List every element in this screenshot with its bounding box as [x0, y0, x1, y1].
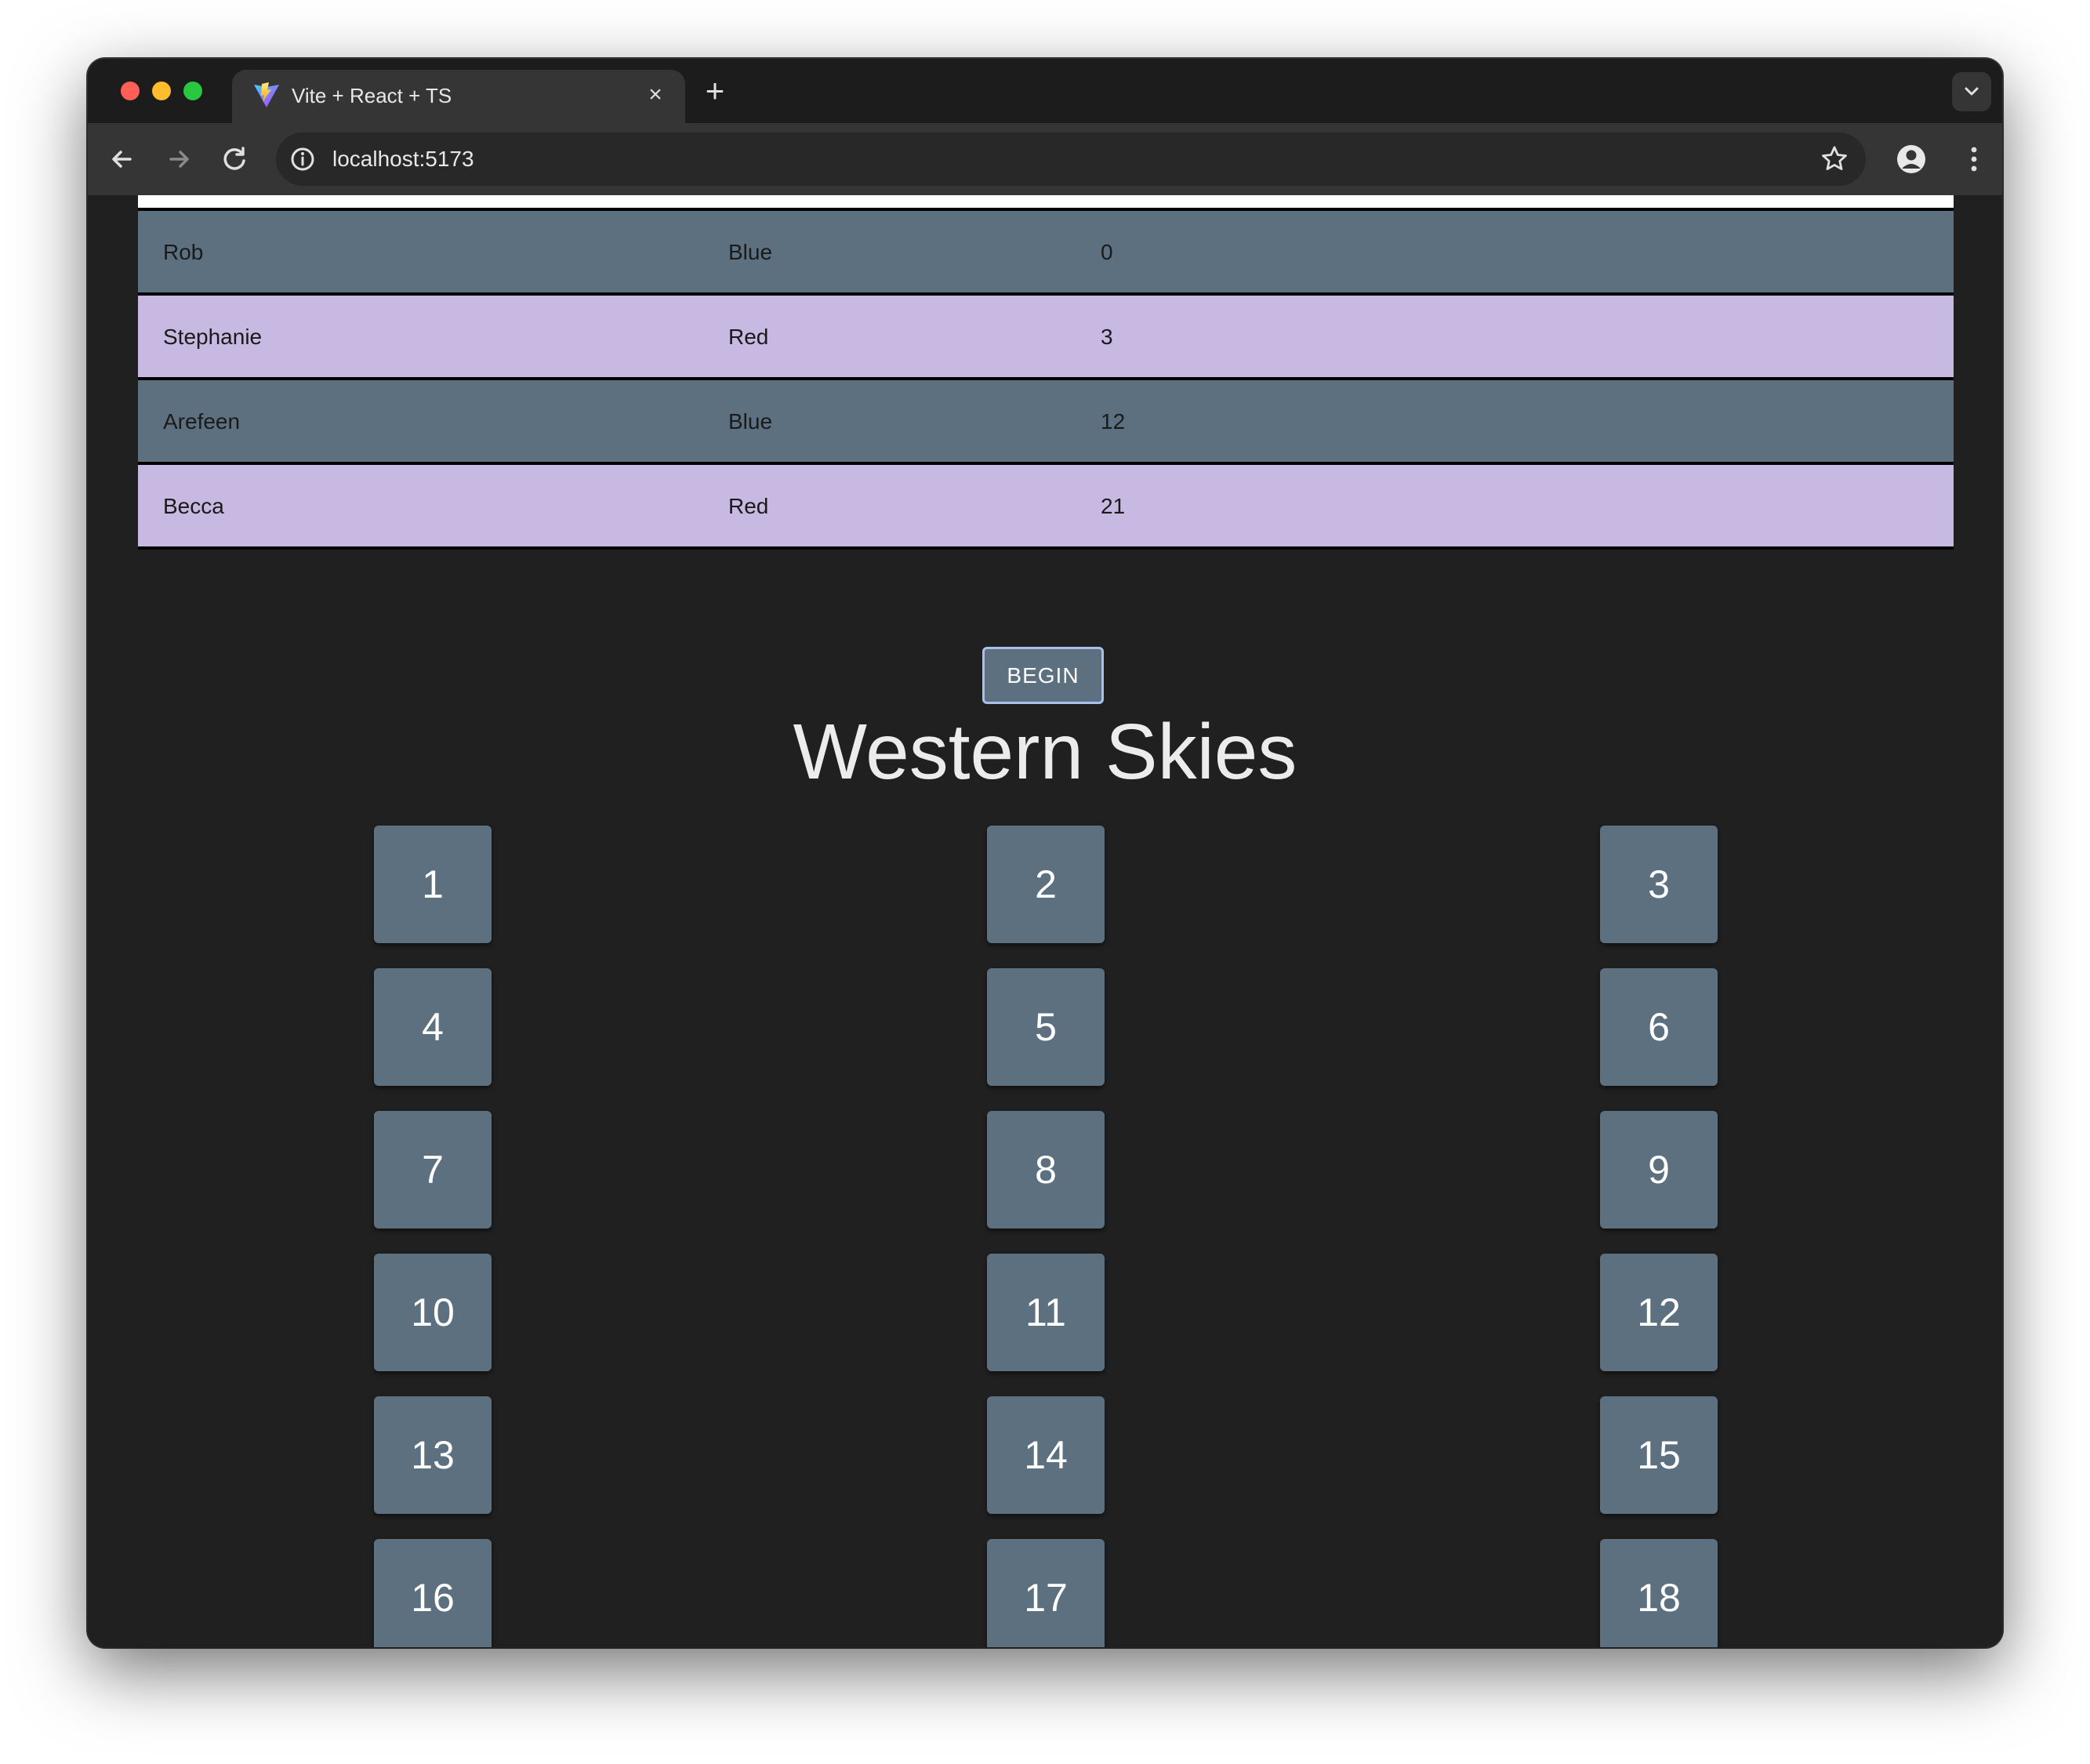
table-row: Becca Red 21: [138, 465, 1954, 550]
tile-button-16[interactable]: 16: [374, 1539, 492, 1647]
tile-button-7[interactable]: 7: [374, 1111, 492, 1229]
tab-search-button[interactable]: [1952, 72, 1991, 111]
player-score: 0: [1101, 240, 1113, 264]
tile-button-10[interactable]: 10: [374, 1254, 492, 1371]
tile-button-18[interactable]: 18: [1600, 1539, 1718, 1647]
table-row: Rob Blue 0: [138, 211, 1954, 296]
page-content: Rob Blue 0 Stephanie Red 3 Arefeen Blue …: [88, 195, 2002, 1647]
tab-strip: Vite + React + TS × +: [88, 59, 2002, 123]
minimize-window-button[interactable]: [152, 82, 171, 100]
begin-button[interactable]: BEGIN: [982, 647, 1104, 704]
address-bar[interactable]: localhost:5173: [276, 132, 1866, 186]
player-name: Stephanie: [163, 325, 263, 349]
browser-toolbar: localhost:5173: [88, 123, 2002, 195]
table-header-strip: [138, 195, 1954, 211]
url-text: localhost:5173: [332, 147, 474, 171]
forward-arrow-icon[interactable]: [160, 140, 198, 178]
tab-title: Vite + React + TS: [292, 84, 452, 107]
player-team: Red: [728, 494, 769, 518]
more-menu-icon[interactable]: [1954, 139, 1994, 180]
reload-icon[interactable]: [216, 140, 254, 178]
new-tab-button[interactable]: +: [695, 71, 735, 111]
tile-button-8[interactable]: 8: [987, 1111, 1105, 1229]
player-score: 12: [1101, 409, 1126, 434]
player-team: Blue: [728, 409, 773, 434]
back-arrow-icon[interactable]: [103, 140, 141, 178]
tile-button-2[interactable]: 2: [987, 826, 1105, 943]
player-score: 21: [1101, 494, 1126, 518]
player-name: Arefeen: [163, 409, 241, 434]
tile-button-14[interactable]: 14: [987, 1396, 1105, 1514]
tile-button-4[interactable]: 4: [374, 968, 492, 1086]
tile-button-6[interactable]: 6: [1600, 968, 1718, 1086]
chevron-down-icon: [1965, 87, 1979, 96]
tab-close-icon[interactable]: ×: [640, 79, 671, 111]
player-name: Rob: [163, 240, 204, 264]
tile-button-15[interactable]: 15: [1600, 1396, 1718, 1514]
site-info-icon[interactable]: [287, 143, 318, 175]
player-score: 3: [1101, 325, 1113, 349]
tile-button-5[interactable]: 5: [987, 968, 1105, 1086]
maximize-window-button[interactable]: [183, 82, 202, 100]
bookmark-star-icon[interactable]: [1819, 143, 1850, 175]
page-title: Western Skies: [793, 708, 1297, 796]
table-row: Stephanie Red 3: [138, 296, 1954, 380]
players-table: Rob Blue 0 Stephanie Red 3 Arefeen Blue …: [138, 195, 1954, 550]
player-name: Becca: [163, 494, 224, 518]
tile-button-17[interactable]: 17: [987, 1539, 1105, 1647]
browser-window: Vite + React + TS × + localhost:5173 Rob…: [88, 59, 2002, 1647]
close-window-button[interactable]: [121, 82, 140, 100]
profile-avatar-icon[interactable]: [1891, 139, 1932, 180]
tile-button-9[interactable]: 9: [1600, 1111, 1718, 1229]
tile-button-3[interactable]: 3: [1600, 826, 1718, 943]
player-team: Red: [728, 325, 769, 349]
table-row: Arefeen Blue 12: [138, 380, 1954, 465]
tile-button-12[interactable]: 12: [1600, 1254, 1718, 1371]
active-tab[interactable]: Vite + React + TS ×: [232, 70, 685, 123]
tile-button-11[interactable]: 11: [987, 1254, 1105, 1371]
tile-button-1[interactable]: 1: [374, 826, 492, 943]
vite-logo-icon: [254, 82, 279, 107]
tile-button-13[interactable]: 13: [374, 1396, 492, 1514]
player-team: Blue: [728, 240, 773, 264]
